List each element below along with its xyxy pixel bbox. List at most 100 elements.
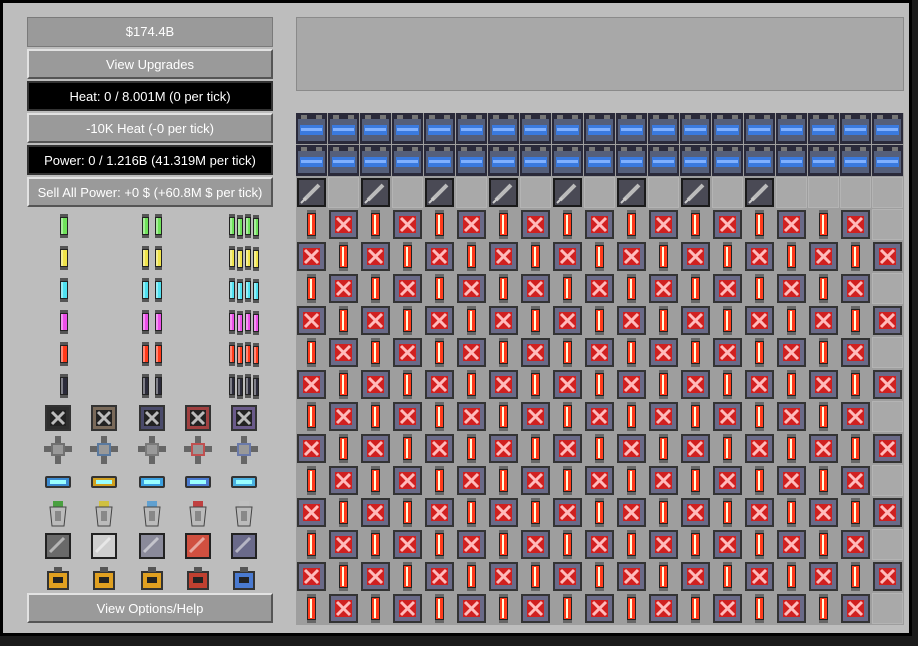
fuel-cell-icon[interactable] xyxy=(328,497,359,528)
fuel-cell-icon[interactable] xyxy=(424,273,455,304)
fuel-cell-icon[interactable] xyxy=(680,337,711,368)
heat-vent-icon[interactable] xyxy=(328,465,359,496)
heat-vent-icon[interactable] xyxy=(456,401,487,432)
capacitor-icon[interactable] xyxy=(296,113,327,144)
magenta-fuel-cell-x4-icon[interactable] xyxy=(229,307,259,337)
capacitor-icon[interactable] xyxy=(712,145,743,176)
fuel-cell-icon[interactable] xyxy=(360,529,391,560)
fuel-cell-icon[interactable] xyxy=(488,593,519,624)
fuel-cell-icon[interactable] xyxy=(808,465,839,496)
heat-vent-icon[interactable] xyxy=(296,241,327,272)
fuel-cell-icon[interactable] xyxy=(360,465,391,496)
heat-vent-icon[interactable] xyxy=(520,209,551,240)
fuel-cell-icon[interactable] xyxy=(840,369,871,400)
empty-slot[interactable] xyxy=(808,177,839,208)
heat-vent-icon[interactable] xyxy=(840,401,871,432)
fuel-cell-icon[interactable] xyxy=(744,465,775,496)
heat-vent-icon[interactable] xyxy=(616,433,647,464)
fuel-cell-icon[interactable] xyxy=(840,305,871,336)
fuel-cell-icon[interactable] xyxy=(776,305,807,336)
capacitor-icon[interactable] xyxy=(680,145,711,176)
capacitor-icon[interactable] xyxy=(552,145,583,176)
fuel-cell-icon[interactable] xyxy=(584,497,615,528)
fuel-cell-icon[interactable] xyxy=(744,401,775,432)
heat-vent-icon[interactable] xyxy=(840,209,871,240)
heat-vent-icon[interactable] xyxy=(616,369,647,400)
capacitor-icon[interactable] xyxy=(648,113,679,144)
heat-vent-icon[interactable] xyxy=(648,593,679,624)
heat-vent-icon[interactable] xyxy=(552,433,583,464)
heat-vent-icon[interactable] xyxy=(328,593,359,624)
coolant-cell-4-icon[interactable] xyxy=(183,467,213,497)
view-options-button[interactable]: View Options/Help xyxy=(27,593,273,623)
capacitor-icon[interactable] xyxy=(328,145,359,176)
heat-vent-icon[interactable] xyxy=(840,593,871,624)
reactor-plate-icon[interactable] xyxy=(424,177,455,208)
heat-vent-icon[interactable] xyxy=(328,337,359,368)
fuel-cell-icon[interactable] xyxy=(520,497,551,528)
fuel-cell-icon[interactable] xyxy=(296,465,327,496)
heat-exchanger-4-icon[interactable] xyxy=(183,435,213,465)
fuel-cell-icon[interactable] xyxy=(296,529,327,560)
fuel-cell-icon[interactable] xyxy=(648,369,679,400)
heat-vent-icon[interactable] xyxy=(584,593,615,624)
fuel-cell-icon[interactable] xyxy=(776,369,807,400)
fuel-cell-icon[interactable] xyxy=(552,593,583,624)
fuel-cell-icon[interactable] xyxy=(328,561,359,592)
reactor-plate-1-icon[interactable] xyxy=(43,531,73,561)
heat-vent-icon[interactable] xyxy=(424,305,455,336)
fuel-cell-icon[interactable] xyxy=(616,465,647,496)
capacitor-icon[interactable] xyxy=(488,145,519,176)
empty-slot[interactable] xyxy=(872,401,903,432)
capacitor-icon[interactable] xyxy=(840,145,871,176)
heat-inlet-4-icon[interactable] xyxy=(183,499,213,529)
capacitor-icon[interactable] xyxy=(648,145,679,176)
fuel-cell-icon[interactable] xyxy=(552,337,583,368)
heat-vent-icon[interactable] xyxy=(552,305,583,336)
heat-vent-icon[interactable] xyxy=(712,209,743,240)
fuel-cell-icon[interactable] xyxy=(616,337,647,368)
fuel-cell-icon[interactable] xyxy=(424,337,455,368)
fuel-cell-icon[interactable] xyxy=(680,273,711,304)
fuel-cell-icon[interactable] xyxy=(520,305,551,336)
reduce-heat-button[interactable]: -10K Heat (-0 per tick) xyxy=(27,113,273,143)
heat-vent-icon[interactable] xyxy=(616,241,647,272)
fuel-cell-icon[interactable] xyxy=(552,529,583,560)
heat-vent-icon[interactable] xyxy=(584,401,615,432)
fuel-cell-icon[interactable] xyxy=(680,209,711,240)
heat-exchanger-1-icon[interactable] xyxy=(43,435,73,465)
reactor-plate-icon[interactable] xyxy=(616,177,647,208)
capacitor-icon[interactable] xyxy=(584,145,615,176)
heat-vent-icon[interactable] xyxy=(712,529,743,560)
reactor-plate-icon[interactable] xyxy=(552,177,583,208)
fuel-cell-icon[interactable] xyxy=(424,529,455,560)
capacitor-icon[interactable] xyxy=(808,113,839,144)
heat-vent-icon[interactable] xyxy=(360,561,391,592)
fuel-cell-icon[interactable] xyxy=(616,209,647,240)
capacitor-icon[interactable] xyxy=(744,145,775,176)
fuel-cell-icon[interactable] xyxy=(392,497,423,528)
capacitor-icon[interactable] xyxy=(712,113,743,144)
cyan-fuel-cell-x4-icon[interactable] xyxy=(229,275,259,305)
fuel-cell-icon[interactable] xyxy=(712,433,743,464)
heat-vent-icon[interactable] xyxy=(552,561,583,592)
heat-vent-icon[interactable] xyxy=(680,241,711,272)
fuel-cell-icon[interactable] xyxy=(520,369,551,400)
fuel-cell-icon[interactable] xyxy=(520,433,551,464)
heat-vent-icon[interactable] xyxy=(360,241,391,272)
fuel-cell-icon[interactable] xyxy=(776,497,807,528)
reactor-plate-3-icon[interactable] xyxy=(137,531,167,561)
heat-vent-icon[interactable] xyxy=(520,337,551,368)
heat-vent-icon[interactable] xyxy=(584,529,615,560)
heat-vent-icon[interactable] xyxy=(776,401,807,432)
reactor-plate-icon[interactable] xyxy=(680,177,711,208)
heat-vent-icon[interactable] xyxy=(776,273,807,304)
yellow-fuel-cell-x4-icon[interactable] xyxy=(229,243,259,273)
capacitor-icon[interactable] xyxy=(360,145,391,176)
fuel-cell-icon[interactable] xyxy=(616,593,647,624)
fuel-cell-icon[interactable] xyxy=(552,273,583,304)
fuel-cell-icon[interactable] xyxy=(296,337,327,368)
fuel-cell-icon[interactable] xyxy=(424,401,455,432)
heat-vent-icon[interactable] xyxy=(456,273,487,304)
heat-vent-icon[interactable] xyxy=(872,369,903,400)
